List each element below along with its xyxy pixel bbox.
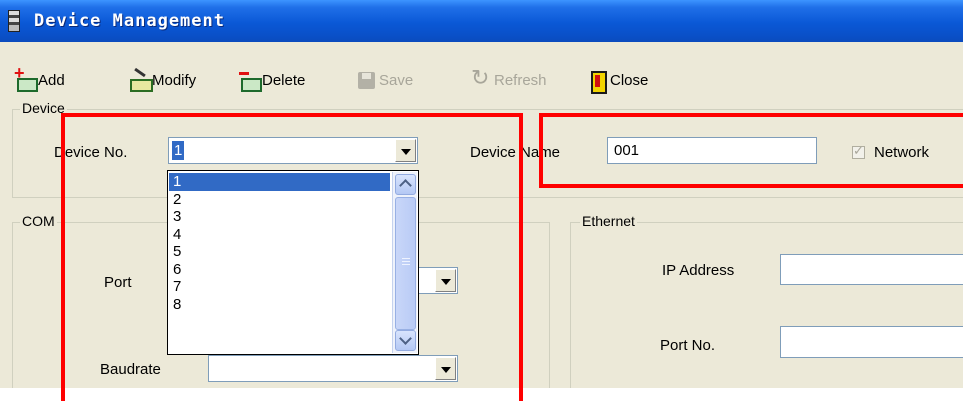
device-name-label: Device Name — [470, 144, 561, 161]
dropdown-option[interactable]: 1 — [169, 173, 390, 191]
port-label: Port — [104, 274, 132, 291]
dropdown-option[interactable]: 3 — [169, 208, 390, 226]
close-button-label: Close — [610, 71, 649, 89]
delete-button-label: Delete — [262, 71, 306, 89]
dropdown-scrollbar[interactable] — [392, 172, 417, 353]
ip-address-label: IP Address — [662, 262, 735, 279]
modify-button[interactable]: Modify — [128, 68, 196, 92]
refresh-button-label: Refresh — [494, 71, 547, 89]
modify-icon — [128, 69, 153, 92]
scrollbar-thumb[interactable] — [395, 197, 416, 330]
ethernet-group-label: Ethernet — [580, 213, 637, 229]
add-button[interactable]: Add — [14, 63, 65, 92]
chevron-down-icon[interactable] — [395, 139, 416, 162]
refresh-button[interactable]: Refresh — [470, 65, 547, 92]
close-button[interactable]: Close — [586, 68, 649, 94]
dropdown-option[interactable]: 4 — [169, 226, 390, 244]
device-management-window: Device Management Add Modify Delete Save… — [0, 0, 963, 388]
ethernet-groupbox — [570, 222, 963, 388]
toolbar: Add Modify Delete Save Refresh Close — [0, 63, 963, 97]
delete-button[interactable]: Delete — [238, 68, 305, 92]
dropdown-option[interactable]: 8 — [169, 296, 390, 314]
add-button-label: Add — [38, 71, 65, 89]
refresh-icon — [470, 65, 492, 91]
modify-button-label: Modify — [152, 71, 197, 89]
device-no-dropdown-list[interactable]: 1 2 3 4 5 6 7 8 — [167, 170, 419, 355]
network-label: Network — [874, 144, 930, 161]
ip-address-input[interactable] — [780, 254, 963, 285]
save-button[interactable]: Save — [355, 68, 413, 92]
save-button-label: Save — [379, 71, 414, 89]
close-icon — [586, 69, 608, 94]
network-checkbox[interactable] — [852, 143, 865, 159]
window-title: Device Management — [34, 11, 225, 31]
device-group-label: Device — [20, 100, 67, 116]
dropdown-option[interactable]: 2 — [169, 191, 390, 209]
scroll-down-icon[interactable] — [395, 330, 416, 351]
dropdown-option[interactable]: 6 — [169, 261, 390, 279]
device-no-select[interactable]: 1 — [168, 137, 418, 164]
network-checkbox-row[interactable]: Network — [852, 143, 930, 161]
dropdown-option[interactable]: 5 — [169, 243, 390, 261]
device-no-value: 1 — [172, 141, 185, 160]
delete-icon — [238, 69, 262, 92]
save-icon — [355, 69, 377, 91]
baudrate-select[interactable] — [208, 355, 458, 382]
com-group-label: COM — [20, 213, 57, 229]
chevron-down-icon[interactable] — [435, 357, 456, 380]
port-no-input[interactable] — [780, 326, 963, 358]
scroll-up-icon[interactable] — [395, 174, 416, 195]
baudrate-label: Baudrate — [100, 361, 161, 378]
add-icon — [14, 63, 38, 92]
device-name-input[interactable]: 001 — [607, 137, 817, 164]
device-no-label: Device No. — [54, 144, 128, 161]
chevron-down-icon[interactable] — [435, 269, 456, 292]
port-no-label: Port No. — [660, 337, 716, 354]
dropdown-option[interactable]: 7 — [169, 278, 390, 296]
app-icon — [8, 10, 20, 32]
title-bar[interactable]: Device Management — [0, 0, 963, 42]
